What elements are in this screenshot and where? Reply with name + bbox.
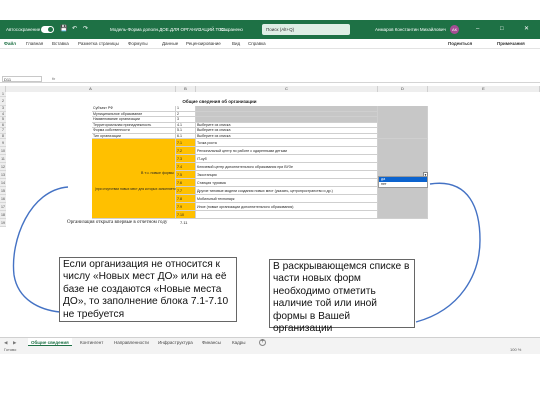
annotation-curves xyxy=(12,182,481,323)
callout-right: В раскрывающемся списке в части новых фо… xyxy=(269,259,415,334)
right-callout-curve xyxy=(415,182,481,323)
callout-left: Если организация не относится к числу «Н… xyxy=(59,257,237,322)
